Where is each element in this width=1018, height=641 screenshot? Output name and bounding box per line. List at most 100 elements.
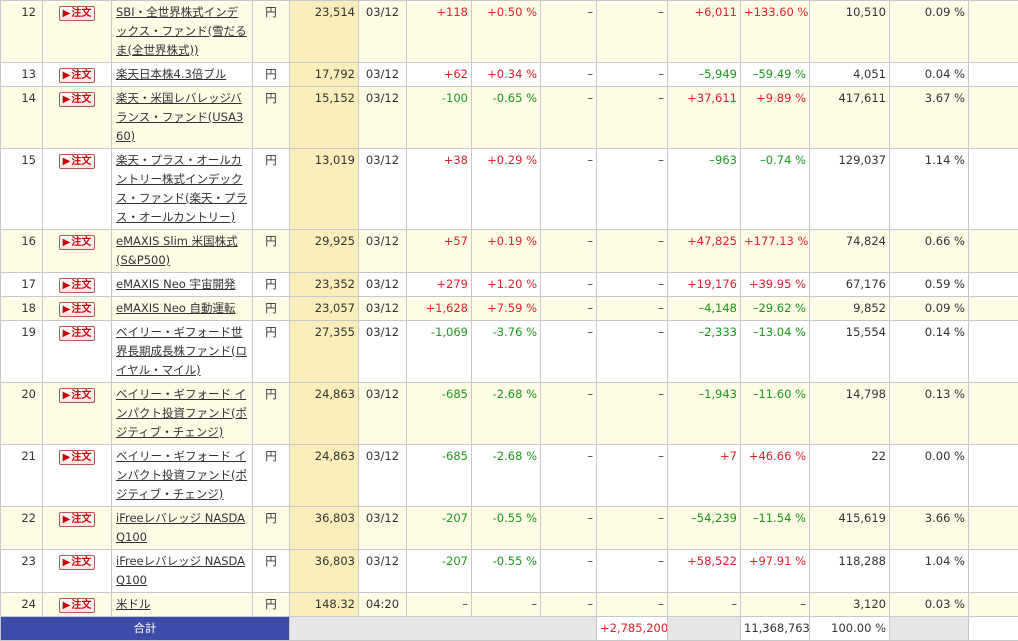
table-row: 22▶注文iFreeレバレッジ NASDAQ100円36,80303/12-20… bbox=[1, 507, 1018, 550]
order-button[interactable]: ▶注文 bbox=[59, 555, 96, 570]
col-a: – bbox=[541, 297, 597, 321]
col-b: – bbox=[597, 383, 668, 445]
profit-loss: –963 bbox=[668, 149, 741, 230]
total-blank-2 bbox=[668, 617, 741, 641]
price: 27,355 bbox=[290, 321, 359, 383]
holdings-table: 12▶注文SBI・全世界株式インデックス・ファンド(雪だるま(全世界株式))円2… bbox=[0, 0, 1018, 641]
ratio: 1.14 % bbox=[890, 149, 969, 230]
play-icon: ▶ bbox=[63, 514, 71, 525]
order-button[interactable]: ▶注文 bbox=[59, 450, 96, 465]
valuation: 67,176 bbox=[810, 273, 890, 297]
profit-loss-pct: +177.13 % bbox=[741, 230, 810, 273]
price: 148.32 bbox=[290, 593, 359, 617]
col-b: – bbox=[597, 550, 668, 593]
fund-link[interactable]: eMAXIS Neo 宇宙開発 bbox=[116, 277, 235, 291]
order-button[interactable]: ▶注文 bbox=[59, 6, 96, 21]
fund-link[interactable]: iFreeレバレッジ NASDAQ100 bbox=[116, 554, 245, 587]
row-number: 22 bbox=[1, 507, 43, 550]
table-row: 13▶注文楽天日本株4.3倍ブル円17,79203/12+62+0.34 %––… bbox=[1, 63, 1018, 87]
col-z: – bbox=[969, 321, 1018, 383]
price: 36,803 bbox=[290, 550, 359, 593]
currency: 円 bbox=[253, 297, 290, 321]
fund-link[interactable]: 米ドル bbox=[116, 597, 151, 611]
order-button[interactable]: ▶注文 bbox=[59, 278, 96, 293]
currency: 円 bbox=[253, 507, 290, 550]
row-number: 24 bbox=[1, 593, 43, 617]
day-change-pct: -2.68 % bbox=[472, 383, 541, 445]
profit-loss: +47,825 bbox=[668, 230, 741, 273]
profit-loss-pct: –29.62 % bbox=[741, 297, 810, 321]
fund-link[interactable]: 楽天日本株4.3倍ブル bbox=[116, 67, 226, 81]
order-button-label: 注文 bbox=[71, 514, 91, 525]
price-date: 03/12 bbox=[359, 507, 407, 550]
row-number: 13 bbox=[1, 63, 43, 87]
fund-link[interactable]: iFreeレバレッジ NASDAQ100 bbox=[116, 511, 245, 544]
fund-link[interactable]: SBI・全世界株式インデックス・ファンド(雪だるま(全世界株式)) bbox=[116, 5, 247, 57]
currency: 円 bbox=[253, 1, 290, 63]
order-button[interactable]: ▶注文 bbox=[59, 512, 96, 527]
fund-link[interactable]: ベイリー・ギフォード世界長期成長株ファンド(ロイヤル・マイル) bbox=[116, 325, 247, 377]
order-button[interactable]: ▶注文 bbox=[59, 326, 96, 341]
col-a: – bbox=[541, 149, 597, 230]
fund-name: 楽天日本株4.3倍ブル bbox=[112, 63, 253, 87]
ratio: 1.04 % bbox=[890, 550, 969, 593]
profit-loss: +19,176 bbox=[668, 273, 741, 297]
day-change-pct: +0.50 % bbox=[472, 1, 541, 63]
order-button[interactable]: ▶注文 bbox=[59, 154, 96, 169]
day-change-pct: +7.59 % bbox=[472, 297, 541, 321]
fund-name: 楽天・プラス・オールカントリー株式インデックス・ファンド(楽天・プラス・オールカ… bbox=[112, 149, 253, 230]
order-button[interactable]: ▶注文 bbox=[59, 68, 96, 83]
order-button[interactable]: ▶注文 bbox=[59, 388, 96, 403]
profit-loss-pct: –0.74 % bbox=[741, 149, 810, 230]
order-button[interactable]: ▶注文 bbox=[59, 92, 96, 107]
order-cell: ▶注文 bbox=[43, 550, 112, 593]
ratio: 0.13 % bbox=[890, 383, 969, 445]
order-button[interactable]: ▶注文 bbox=[59, 235, 96, 250]
profit-loss-pct: –59.49 % bbox=[741, 63, 810, 87]
order-cell: ▶注文 bbox=[43, 87, 112, 149]
day-change: -207 bbox=[407, 550, 472, 593]
table-row: 17▶注文eMAXIS Neo 宇宙開発円23,35203/12+279+1.2… bbox=[1, 273, 1018, 297]
currency: 円 bbox=[253, 593, 290, 617]
table-row: 20▶注文ベイリー・ギフォード インパクト投資ファンド(ポジティブ・チェンジ)円… bbox=[1, 383, 1018, 445]
order-cell: ▶注文 bbox=[43, 507, 112, 550]
row-number: 23 bbox=[1, 550, 43, 593]
fund-name: ベイリー・ギフォード インパクト投資ファンド(ポジティブ・チェンジ) bbox=[112, 445, 253, 507]
col-z: – bbox=[969, 297, 1018, 321]
price-date: 03/12 bbox=[359, 445, 407, 507]
day-change: -100 bbox=[407, 87, 472, 149]
order-cell: ▶注文 bbox=[43, 445, 112, 507]
profit-loss: +58,522 bbox=[668, 550, 741, 593]
order-button-label: 注文 bbox=[71, 390, 91, 401]
play-icon: ▶ bbox=[63, 8, 71, 19]
fund-link[interactable]: ベイリー・ギフォード インパクト投資ファンド(ポジティブ・チェンジ) bbox=[116, 449, 247, 501]
order-button[interactable]: ▶注文 bbox=[59, 302, 96, 317]
fund-link[interactable]: eMAXIS Slim 米国株式(S&P500) bbox=[116, 234, 238, 267]
play-icon: ▶ bbox=[63, 70, 71, 81]
valuation: 22 bbox=[810, 445, 890, 507]
fund-name: eMAXIS Neo 自動運転 bbox=[112, 297, 253, 321]
profit-loss-pct: +46.66 % bbox=[741, 445, 810, 507]
total-row: 合計 +2,785,200 11,368,763 100.00 % – bbox=[1, 617, 1018, 641]
order-button[interactable]: ▶注文 bbox=[59, 598, 96, 613]
fund-link[interactable]: eMAXIS Neo 自動運転 bbox=[116, 301, 235, 315]
day-change: +62 bbox=[407, 63, 472, 87]
price-date: 03/12 bbox=[359, 383, 407, 445]
col-a: – bbox=[541, 230, 597, 273]
play-icon: ▶ bbox=[63, 557, 71, 568]
fund-name: SBI・全世界株式インデックス・ファンド(雪だるま(全世界株式)) bbox=[112, 1, 253, 63]
profit-loss: +6,011 bbox=[668, 1, 741, 63]
fund-link[interactable]: 楽天・米国レバレッジバランス・ファンド(USA360) bbox=[116, 91, 243, 143]
day-change: +1,628 bbox=[407, 297, 472, 321]
price-date: 03/12 bbox=[359, 297, 407, 321]
order-button-label: 注文 bbox=[71, 280, 91, 291]
price-date: 03/12 bbox=[359, 550, 407, 593]
price: 15,152 bbox=[290, 87, 359, 149]
ratio: 0.00 % bbox=[890, 445, 969, 507]
fund-link[interactable]: ベイリー・ギフォード インパクト投資ファンド(ポジティブ・チェンジ) bbox=[116, 387, 247, 439]
fund-link[interactable]: 楽天・プラス・オールカントリー株式インデックス・ファンド(楽天・プラス・オールカ… bbox=[116, 153, 247, 224]
order-button-label: 注文 bbox=[71, 600, 91, 611]
currency: 円 bbox=[253, 87, 290, 149]
col-b: – bbox=[597, 87, 668, 149]
price-date: 04:20 bbox=[359, 593, 407, 617]
